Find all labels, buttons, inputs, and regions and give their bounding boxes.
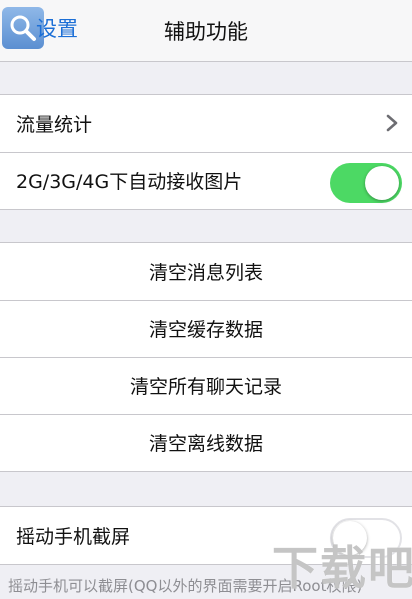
shake-screenshot-label: 摇动手机截屏 (16, 526, 131, 548)
clear-message-list-button[interactable]: 清空消息列表 (0, 243, 412, 300)
settings-group-general: 流量统计 2G/3G/4G下自动接收图片 (0, 94, 412, 210)
clear-all-chats-button[interactable]: 清空所有聊天记录 (0, 357, 412, 414)
navigation-bar: 设置 辅助功能 (0, 0, 412, 62)
clear-all-chats-label: 清空所有聊天记录 (129, 376, 282, 398)
page-title: 辅助功能 (164, 20, 248, 44)
watermark-logo: 下载吧 (272, 541, 412, 595)
auto-receive-images-label: 2G/3G/4G下自动接收图片 (16, 171, 243, 193)
chevron-right-icon (386, 114, 398, 132)
clear-cache-button[interactable]: 清空缓存数据 (0, 300, 412, 357)
auto-receive-images-toggle[interactable] (330, 163, 402, 203)
clear-cache-label: 清空缓存数据 (148, 319, 263, 341)
clear-offline-data-button[interactable]: 清空离线数据 (0, 414, 412, 471)
auto-receive-images-row: 2G/3G/4G下自动接收图片 (0, 152, 412, 209)
clear-message-list-label: 清空消息列表 (148, 262, 263, 284)
traffic-stats-row[interactable]: 流量统计 (0, 95, 412, 152)
accessibility-settings-page: 设置 辅助功能 流量统计 2G/3G/4G下自动接收图片 清空消息列表 清空缓存… (0, 0, 412, 599)
clear-offline-data-label: 清空离线数据 (148, 433, 263, 455)
toggle-knob (365, 166, 399, 200)
clear-data-group: 清空消息列表 清空缓存数据 清空所有聊天记录 清空离线数据 (0, 242, 412, 472)
traffic-stats-label: 流量统计 (16, 114, 93, 136)
